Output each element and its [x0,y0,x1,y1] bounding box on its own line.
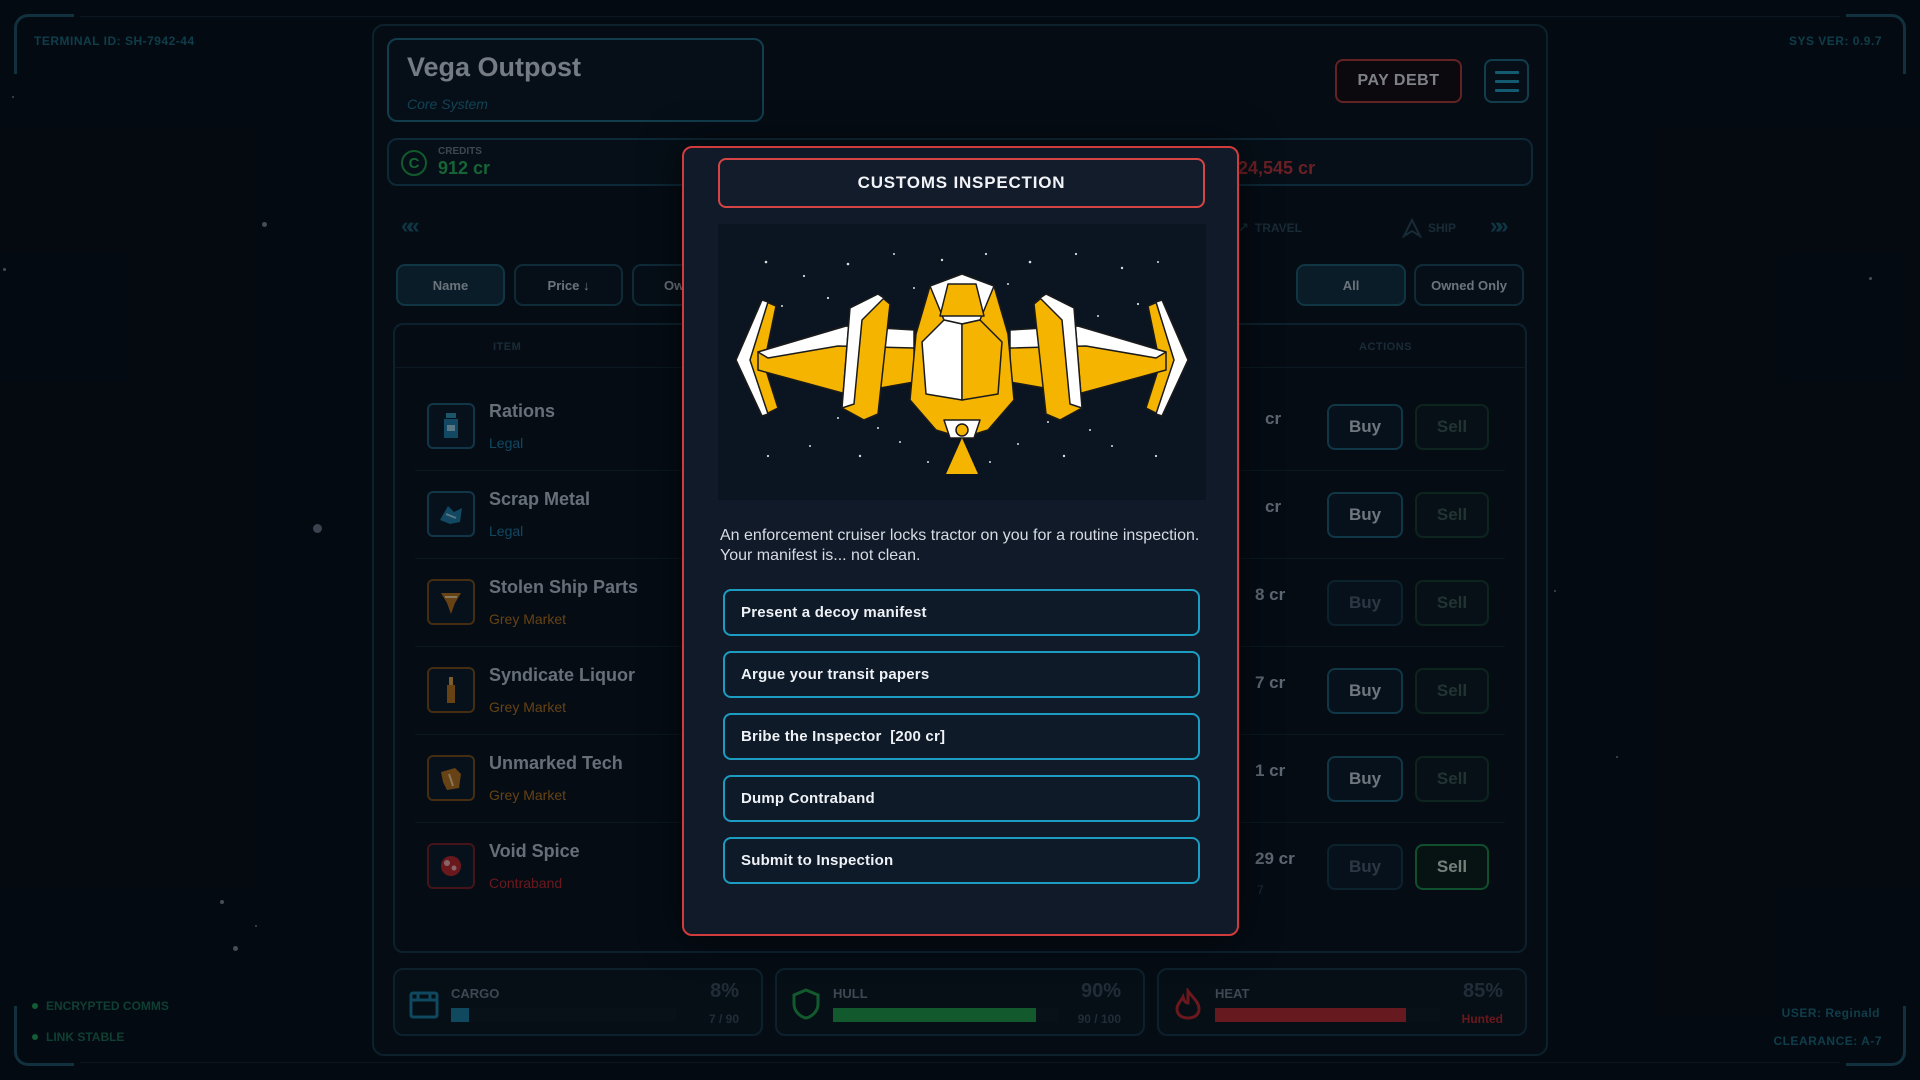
customs-inspection-modal: CUSTOMS INSPECTION An enforcement cruise… [682,146,1239,936]
enforcement-cruiser-illustration [718,224,1206,500]
choice-bribe-inspector[interactable]: Bribe the Inspector [200 cr] [723,713,1200,760]
choice-dump-contraband[interactable]: Dump Contraband [723,775,1200,822]
modal-title: CUSTOMS INSPECTION [718,158,1205,208]
choice-submit-inspection[interactable]: Submit to Inspection [723,837,1200,884]
modal-description: An enforcement cruiser locks tractor on … [720,527,1200,564]
choice-argue-papers[interactable]: Argue your transit papers [723,651,1200,698]
choice-decoy-manifest[interactable]: Present a decoy manifest [723,589,1200,636]
